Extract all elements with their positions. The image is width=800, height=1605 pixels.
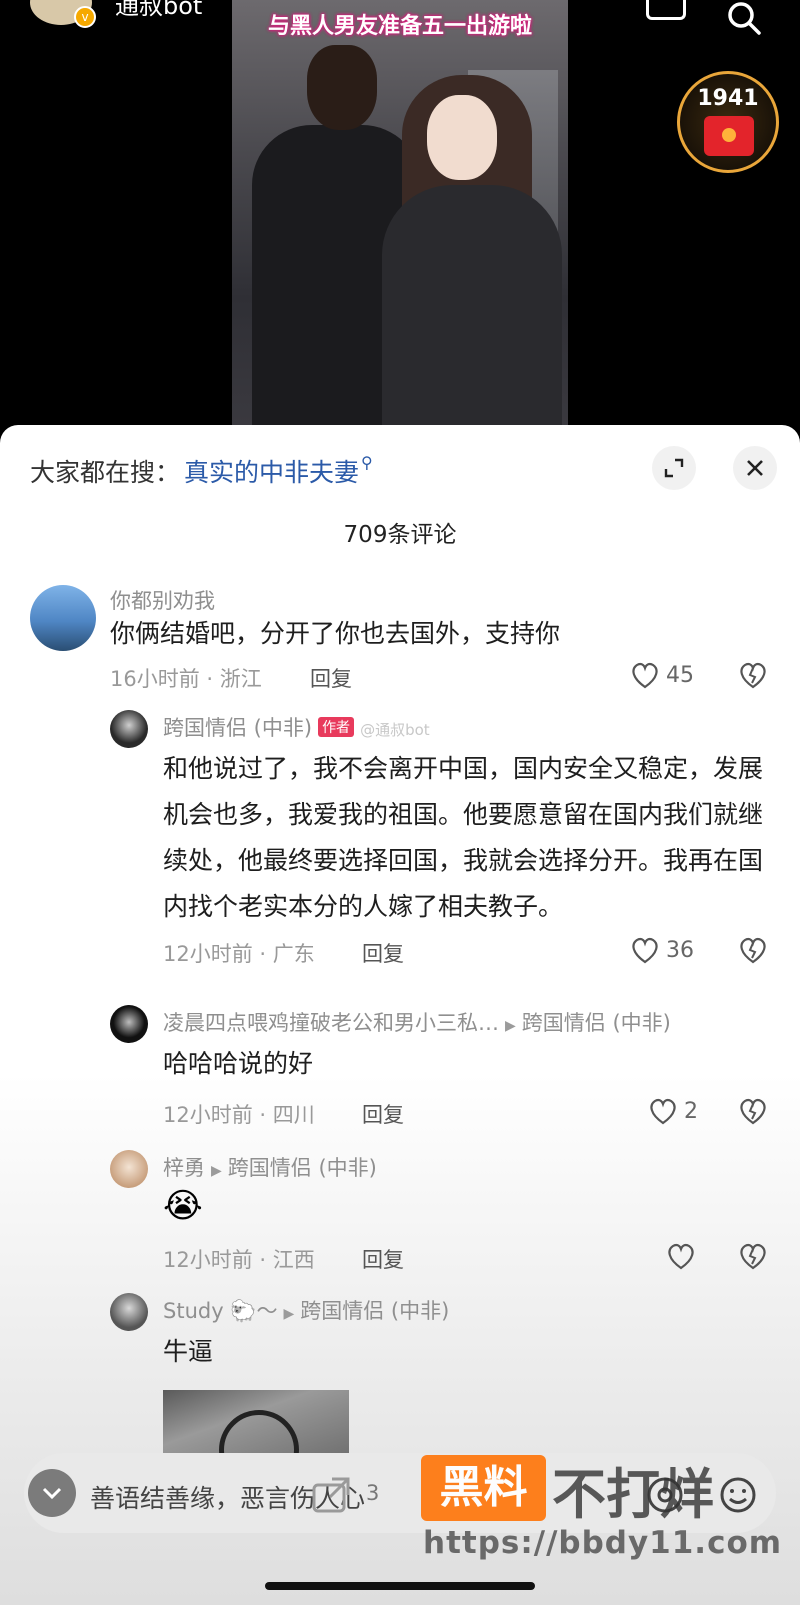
scan-icon[interactable]	[646, 0, 686, 20]
comment-count: 709条评论	[343, 522, 457, 548]
comment-username[interactable]: 你都别劝我	[110, 585, 215, 615]
verified-icon: v	[74, 6, 96, 28]
comment-username[interactable]: 梓勇 ▶ 跨国情侣 (中非)	[163, 1152, 377, 1182]
reply-button[interactable]: 回复	[362, 1099, 404, 1129]
heart-icon	[668, 1243, 694, 1270]
avatar[interactable]	[110, 1293, 148, 1331]
reply-to-name: 跨国情侣 (中非)	[300, 1299, 450, 1323]
reply-to-name: 跨国情侣 (中非)	[227, 1156, 377, 1180]
reply-to-name: 跨国情侣 (中非)	[521, 1011, 671, 1035]
like-count: 45	[666, 662, 694, 688]
search-suggestion[interactable]: 大家都在搜： 真实的中非夫妻 ⚲	[30, 453, 373, 489]
red-packet-count: 1941	[697, 86, 759, 111]
comment-username-text: 凌晨四点喂鸡撞破老公和男小三私…	[163, 1011, 499, 1035]
comment-image[interactable]	[163, 1390, 349, 1490]
collapse-button[interactable]	[28, 1469, 76, 1517]
like-button[interactable]: 2	[648, 1097, 698, 1125]
comment-panel: 大家都在搜： 真实的中非夫妻 ⚲ 709条评论 你都别劝我 你俩结婚吧，分开了你也去…	[0, 425, 800, 1605]
avatar[interactable]	[30, 585, 96, 651]
comment-meta: 12小时前 · 江西	[163, 1248, 315, 1272]
close-button[interactable]	[733, 446, 777, 490]
dislike-icon[interactable]	[738, 661, 768, 689]
red-packet-icon	[704, 116, 754, 156]
emoji-icon[interactable]	[718, 1475, 758, 1515]
home-indicator[interactable]	[265, 1582, 535, 1590]
comment-username-text: 梓勇	[163, 1156, 205, 1180]
comment-username[interactable]: 凌晨四点喂鸡撞破老公和男小三私… ▶ 跨国情侣 (中非)	[163, 1007, 671, 1037]
comment-text: 哈哈哈说的好	[163, 1049, 314, 1078]
small-search-icon: ⚲	[361, 453, 373, 472]
search-hint-label: 大家都在搜：	[30, 458, 181, 487]
reply-button[interactable]: 回复	[310, 663, 352, 693]
author-name[interactable]: 通叔bot	[115, 0, 202, 21]
chevron-down-icon	[42, 1487, 62, 1500]
like-button[interactable]: 36	[630, 936, 694, 964]
dislike-icon[interactable]	[738, 1242, 768, 1270]
author-tag: 作者	[318, 717, 355, 737]
avatar[interactable]	[110, 1005, 148, 1043]
video-frame[interactable]	[232, 0, 568, 425]
heart-icon	[650, 1098, 676, 1125]
comment-meta: 12小时前 · 广东	[163, 942, 315, 966]
comment-username-text: 跨国情侣 (中非)	[163, 716, 313, 740]
watermark-url: https://bbdy11.com	[423, 1525, 783, 1561]
reply-arrow-icon: ▶	[211, 1163, 222, 1179]
search-hint-term[interactable]: 真实的中非夫妻	[184, 458, 359, 487]
like-count: 2	[684, 1098, 698, 1124]
inline-watermark: @通叔bot	[360, 721, 430, 739]
comment-text: 你俩结婚吧，分开了你也去国外，支持你	[110, 619, 561, 648]
crying-laughing-emoji: 😭	[163, 1186, 203, 1226]
share-icon[interactable]	[310, 1475, 354, 1515]
reply-arrow-icon: ▶	[505, 1018, 516, 1034]
comment-meta: 12小时前 · 四川	[163, 1103, 315, 1127]
close-icon	[747, 460, 763, 476]
like-count: 36	[666, 937, 694, 963]
share-count: 3	[366, 1481, 380, 1505]
avatar[interactable]	[110, 1150, 148, 1188]
reply-button[interactable]: 回复	[362, 1244, 404, 1274]
watermark-badge: 黑料	[421, 1455, 546, 1521]
like-button[interactable]: 45	[630, 661, 694, 689]
dislike-icon[interactable]	[738, 1097, 768, 1125]
reply-arrow-icon: ▶	[283, 1306, 295, 1322]
video-player[interactable]: 与黑人男友准备五一出游啦 v 通叔bot 1941	[0, 0, 800, 430]
video-person-right	[382, 75, 562, 425]
comment-text: 牛逼	[163, 1337, 214, 1366]
avatar[interactable]	[110, 710, 148, 748]
comment-meta: 16小时前 · 浙江	[110, 667, 262, 691]
comment-username[interactable]: 跨国情侣 (中非) 作者 @通叔bot	[163, 712, 430, 742]
expand-icon	[664, 458, 684, 478]
watermark-text: 不打烊	[552, 1463, 714, 1526]
dislike-icon[interactable]	[738, 936, 768, 964]
search-icon[interactable]	[726, 0, 762, 36]
comment-username-text: Study 🐑～	[163, 1299, 278, 1323]
expand-button[interactable]	[652, 446, 696, 490]
video-caption: 与黑人男友准备五一出游啦	[267, 14, 532, 39]
comment-text: 和他说过了，我不会离开中国，国内安全又稳定，发展机会也多，我爱我的祖国。他要愿意…	[163, 754, 764, 921]
heart-icon	[632, 662, 658, 689]
reply-button[interactable]: 回复	[362, 938, 404, 968]
comment-username[interactable]: Study 🐑～ ▶ 跨国情侣 (中非)	[163, 1295, 449, 1325]
like-button[interactable]	[666, 1242, 702, 1270]
heart-icon	[632, 937, 658, 964]
red-packet-button[interactable]: 1941	[677, 71, 779, 173]
